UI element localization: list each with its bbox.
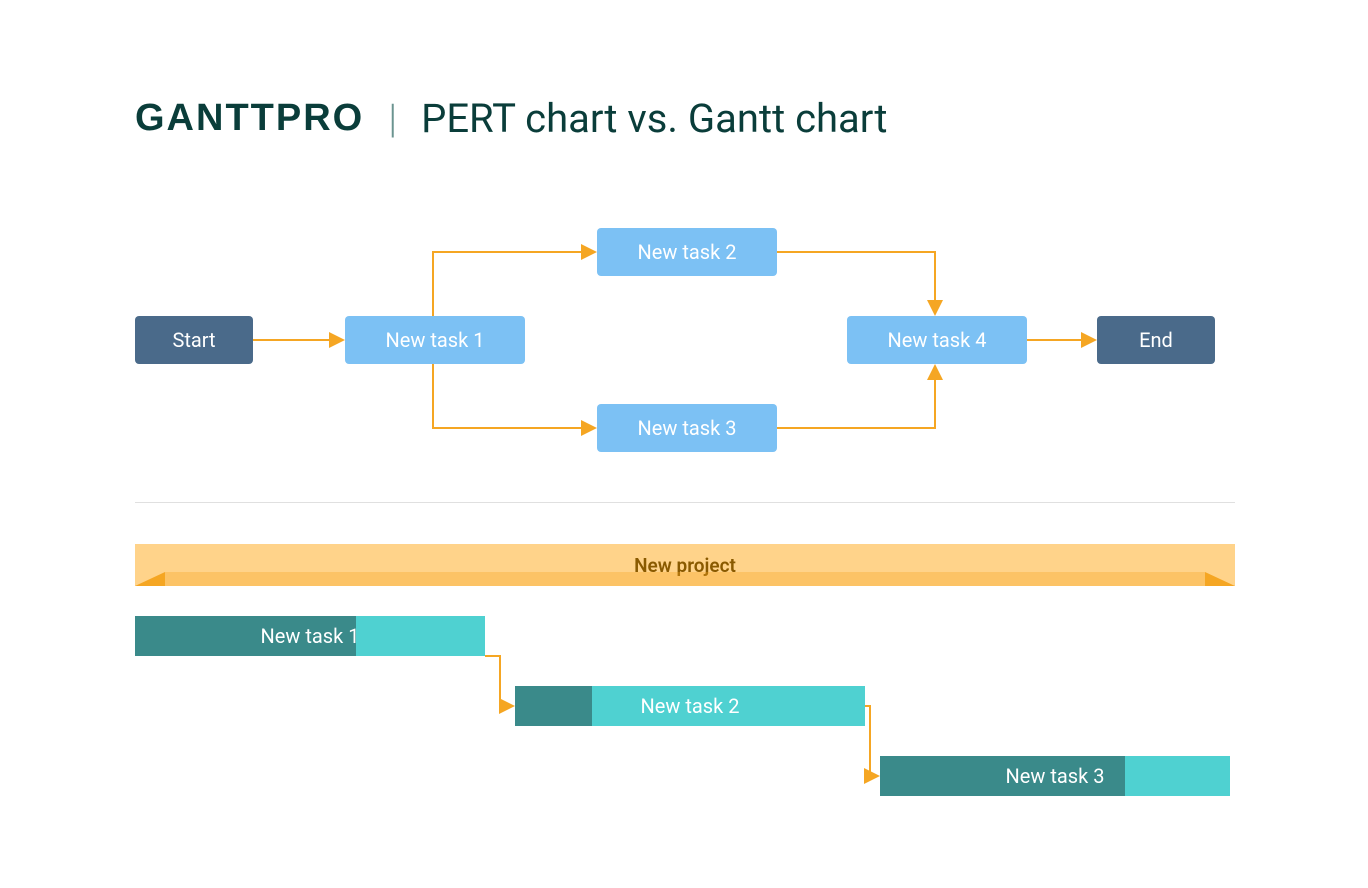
pert-node-task2: New task 2 xyxy=(597,228,777,276)
logo: GANTTPRO xyxy=(135,97,364,140)
pert-node-task3: New task 3 xyxy=(597,404,777,452)
gantt-project-bar: New project xyxy=(135,544,1235,586)
pert-node-task1: New task 1 xyxy=(345,316,525,364)
gantt-project-inner xyxy=(165,572,1205,586)
pert-chart: Start New task 1 New task 2 New task 3 N… xyxy=(135,210,1235,470)
section-divider xyxy=(135,502,1235,503)
page-title: PERT chart vs. Gantt chart xyxy=(421,95,887,142)
pert-node-end: End xyxy=(1097,316,1215,364)
gantt-body: New task 1 New task 2 New task 3 xyxy=(135,616,1235,826)
gantt-bar-2: New task 2 xyxy=(515,686,865,726)
pert-node-start: Start xyxy=(135,316,253,364)
gantt-chart: New project New task 1 New task 2 xyxy=(135,544,1235,826)
gantt-bar-1: New task 1 xyxy=(135,616,485,656)
header-divider: | xyxy=(388,95,397,142)
pert-node-task4: New task 4 xyxy=(847,316,1027,364)
gantt-bar-3: New task 3 xyxy=(880,756,1230,796)
gantt-bar-1-label: New task 1 xyxy=(135,624,485,648)
gantt-bar-3-label: New task 3 xyxy=(880,764,1230,788)
gantt-bar-2-label: New task 2 xyxy=(515,694,865,718)
header: GANTTPRO | PERT chart vs. Gantt chart xyxy=(135,95,887,142)
